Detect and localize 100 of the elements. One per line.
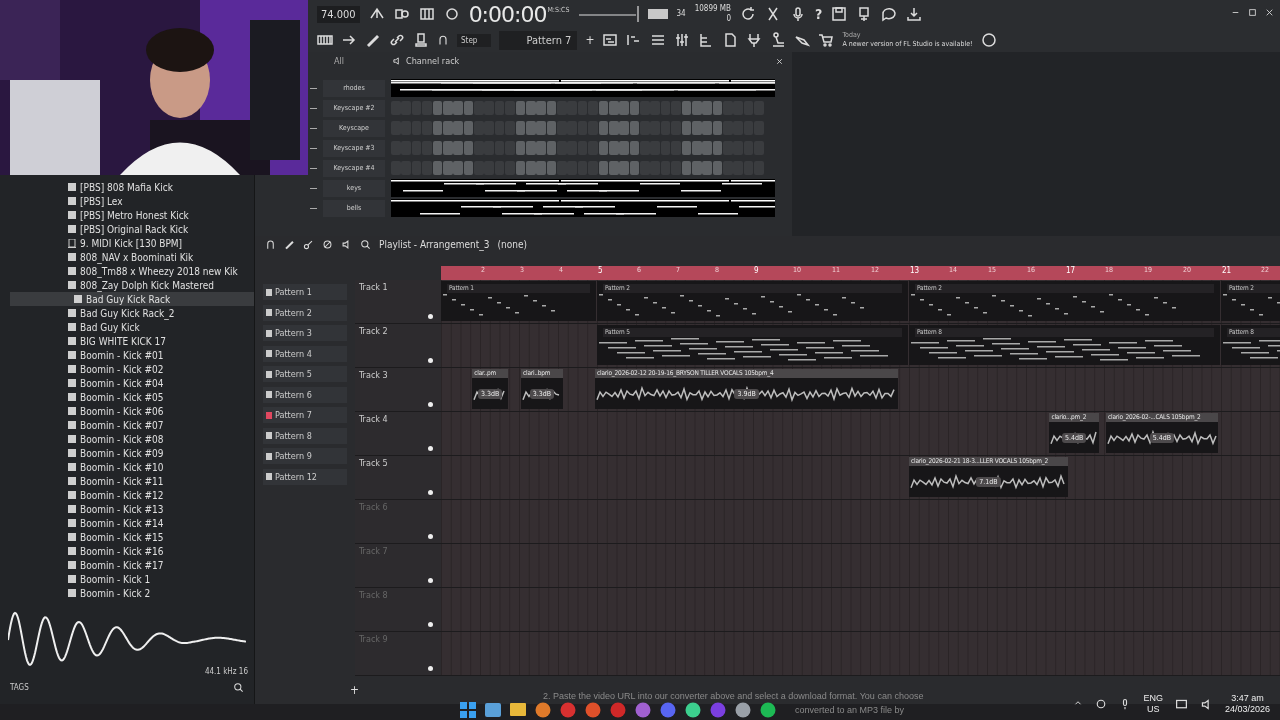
step-button[interactable]	[619, 141, 629, 155]
step-button[interactable]	[619, 121, 629, 135]
channel-rack-icon[interactable]	[650, 32, 667, 48]
browser-item[interactable]: Boomin - Kick #08	[68, 432, 254, 446]
browser-item[interactable]: Bad Guy Kick Rack_2	[68, 306, 254, 320]
step-button[interactable]	[681, 121, 692, 135]
browser-item[interactable]: Boomin - Kick #02	[68, 362, 254, 376]
save-icon[interactable]	[831, 6, 848, 22]
piano-roll-preview[interactable]	[391, 79, 775, 97]
browser-item[interactable]: Boomin - Kick #06	[68, 404, 254, 418]
step-button[interactable]	[525, 161, 536, 175]
step-button[interactable]	[629, 141, 640, 155]
browser-item[interactable]: Boomin - Kick #15	[68, 530, 254, 544]
step-button[interactable]	[681, 161, 692, 175]
pattern-item[interactable]: Pattern 3	[263, 325, 347, 341]
clock-date[interactable]: 24/03/2026	[1224, 704, 1270, 715]
link-icon[interactable]	[389, 32, 405, 48]
pen-icon[interactable]	[365, 32, 381, 48]
step-button[interactable]	[525, 101, 536, 115]
step-button[interactable]	[515, 141, 526, 155]
pattern-item[interactable]: Pattern 5	[263, 366, 347, 382]
step-button[interactable]	[712, 121, 723, 135]
step-button[interactable]	[629, 101, 640, 115]
app-icon[interactable]	[660, 701, 676, 718]
browser-item[interactable]: Boomin - Kick 2	[68, 586, 254, 600]
help-button[interactable]: ?	[815, 6, 823, 22]
step-button[interactable]	[702, 101, 712, 115]
step-button[interactable]	[629, 161, 640, 175]
step-button[interactable]	[525, 121, 536, 135]
browser-item[interactable]: Boomin - Kick #17	[68, 558, 254, 572]
pattern-item[interactable]: Pattern 8	[263, 427, 347, 444]
browser-item[interactable]: Boomin - Kick #04	[68, 376, 254, 390]
channel-filter[interactable]: All	[334, 56, 345, 66]
step-button[interactable]	[463, 121, 474, 135]
step-button[interactable]	[608, 161, 619, 175]
windows-icon[interactable]	[460, 701, 476, 718]
step-button[interactable]	[453, 101, 463, 115]
step-button[interactable]	[453, 121, 463, 135]
step-button[interactable]	[702, 121, 712, 135]
track-header[interactable]: Track 2	[355, 324, 441, 368]
step-button[interactable]	[525, 141, 536, 155]
pattern-item[interactable]: Pattern 2	[263, 304, 347, 321]
magnet-icon[interactable]	[437, 34, 449, 46]
step-button[interactable]	[515, 101, 526, 115]
brush-icon[interactable]	[303, 238, 314, 250]
step-button[interactable]	[515, 161, 526, 175]
browser-item[interactable]: Boomin - Kick #05	[68, 390, 254, 404]
browser-item[interactable]: 808_Tm88 x Wheezy 2018 new Kik	[68, 264, 254, 278]
browser-item[interactable]: [PBS] 808 Mafia Kick	[68, 180, 254, 194]
step-button[interactable]	[442, 121, 453, 135]
step-button[interactable]	[536, 161, 546, 175]
arrangement-selector[interactable]: (none)	[497, 238, 527, 250]
pattern-selector[interactable]: Pattern 7	[499, 30, 578, 50]
browser-item[interactable]: Boomin - Kick #11	[68, 474, 254, 488]
language-indicator[interactable]: ENG	[1143, 693, 1163, 704]
step-button[interactable]	[536, 101, 546, 115]
step-button[interactable]	[432, 141, 443, 155]
close-icon[interactable]	[775, 56, 784, 66]
plug-icon[interactable]	[746, 32, 763, 48]
app-icon[interactable]	[735, 701, 751, 718]
step-button[interactable]	[453, 161, 463, 175]
pattern-item[interactable]: Pattern 7	[263, 407, 347, 423]
step-button[interactable]	[691, 141, 702, 155]
app-icon[interactable]	[560, 701, 576, 718]
browser-item[interactable]: Boomin - Kick #13	[68, 502, 254, 516]
step-button[interactable]	[608, 121, 619, 135]
step-button[interactable]	[691, 161, 702, 175]
step-button[interactable]	[629, 121, 640, 135]
pattern-item[interactable]: Pattern 12	[263, 468, 347, 485]
pattern-item[interactable]: Pattern 1	[263, 284, 347, 300]
pattern-item[interactable]: Pattern 6	[263, 386, 347, 403]
download-icon[interactable]	[906, 6, 923, 22]
step-button[interactable]	[598, 141, 609, 155]
step-button[interactable]	[702, 161, 712, 175]
cart-icon[interactable]	[818, 32, 835, 48]
step-button[interactable]	[608, 141, 619, 155]
maximize-icon[interactable]	[1248, 8, 1257, 17]
step-button[interactable]	[463, 141, 474, 155]
app-icon[interactable]	[685, 701, 701, 718]
step-button[interactable]	[702, 141, 712, 155]
step-button[interactable]	[598, 101, 609, 115]
keyboard-icon[interactable]	[317, 32, 333, 48]
browser-item[interactable]: [PBS] Lex	[68, 194, 254, 208]
step-button[interactable]	[712, 101, 723, 115]
app-icon[interactable]	[760, 701, 776, 718]
playlist-icon[interactable]	[602, 32, 619, 48]
app-icon[interactable]	[535, 701, 551, 718]
track-header[interactable]: Track 4	[355, 412, 441, 456]
step-button[interactable]	[546, 141, 557, 155]
browser-item[interactable]: Boomin - Kick #07	[68, 418, 254, 432]
step-button[interactable]	[681, 141, 692, 155]
magnet-icon[interactable]	[265, 238, 276, 250]
browser-item[interactable]: 808_NAV x Boominati Kik	[68, 250, 254, 264]
step-button[interactable]	[442, 141, 453, 155]
pattern-item[interactable]: Pattern 4	[263, 345, 347, 362]
step-button[interactable]	[546, 161, 557, 175]
app-icon[interactable]	[585, 701, 601, 718]
step-button[interactable]	[681, 101, 692, 115]
tempo-field[interactable]: 74.000	[317, 5, 360, 23]
zoom-icon[interactable]	[360, 238, 371, 250]
